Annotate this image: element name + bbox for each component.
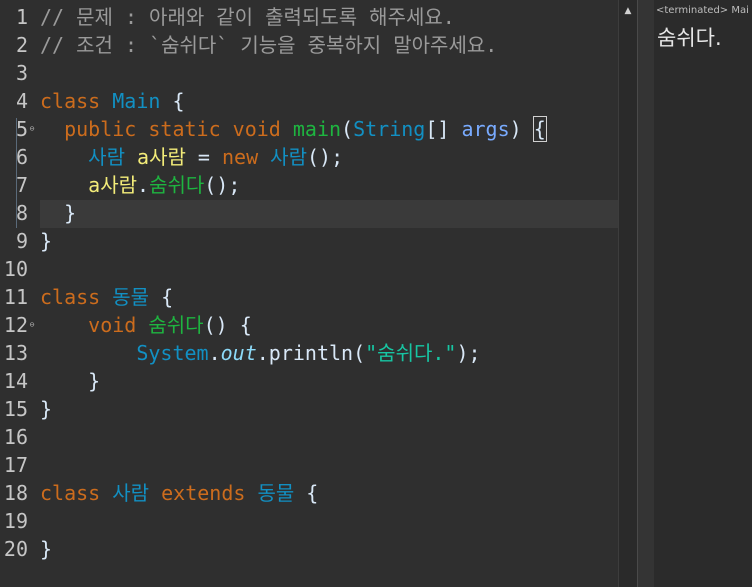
current-line-highlight: [40, 200, 618, 228]
code-token: out: [220, 341, 257, 365]
code-token: (: [341, 117, 354, 141]
code-line[interactable]: }: [40, 227, 52, 255]
code-token: 사람: [88, 145, 125, 169]
code-token: System: [136, 341, 209, 365]
code-line[interactable]: a사람.숨쉬다();: [40, 171, 240, 199]
code-token: // 문제 : 아래와 같이 출력되도록 해주세요.: [40, 5, 455, 29]
fold-toggle-icon[interactable]: ⊖: [28, 115, 36, 143]
line-number: 6: [15, 145, 28, 169]
code-token: // 조건 : `숨쉬다` 기능을 중복하지 말아주세요.: [40, 33, 498, 57]
code-token: ): [509, 117, 534, 141]
line-number: 1: [15, 5, 28, 29]
line-number: 3: [15, 61, 28, 85]
console-output: 숨쉬다.: [657, 26, 722, 50]
code-token: () {: [203, 313, 252, 337]
code-token: ();: [306, 145, 344, 169]
code-token: 동물: [257, 481, 295, 505]
code-token: {: [160, 89, 185, 113]
code-token: .: [208, 341, 221, 365]
change-ruler: [16, 118, 17, 228]
code-token: 동물: [112, 285, 150, 309]
code-token: =: [185, 145, 222, 169]
code-line[interactable]: System.out.println("숨쉬다.");: [40, 339, 481, 367]
line-number: 17: [3, 453, 28, 477]
code-line[interactable]: // 조건 : `숨쉬다` 기능을 중복하지 말아주세요.: [40, 31, 497, 59]
code-token: args: [461, 117, 510, 141]
code-token: }: [40, 537, 53, 561]
chevron-up-icon[interactable]: ▲: [619, 6, 637, 16]
code-line[interactable]: void 숨쉬다() {: [40, 311, 252, 339]
code-token: String: [353, 117, 426, 141]
code-token: class: [40, 285, 113, 309]
line-number: 18: [3, 481, 28, 505]
code-token: .: [137, 173, 150, 197]
pane-divider[interactable]: [637, 0, 655, 587]
code-line[interactable]: 사람 a사람 = new 사람();: [40, 143, 343, 171]
editor-scrollbar[interactable]: ▲: [618, 0, 637, 587]
line-number: 4: [15, 89, 28, 113]
line-number: 14: [3, 369, 28, 393]
code-token: Main: [112, 89, 161, 113]
code-line[interactable]: class 동물 {: [40, 283, 173, 311]
line-number-gutter: 1 2 3 4 5 ⊖ 6 7 8 9 10 11 12 ⊖ 13 14 15 16 17 18 19 20: [0, 0, 36, 587]
code-editor[interactable]: 1 2 3 4 5 ⊖ 6 7 8 9 10 11 12 ⊖ 13 14 15 16 17 18 19 20 // 문제 …: [0, 0, 618, 587]
line-number: 11: [3, 285, 28, 309]
code-token: extends: [161, 481, 258, 505]
code-token: void: [40, 313, 149, 337]
line-number: 20: [3, 537, 28, 561]
code-token: "숨쉬다.": [365, 341, 457, 365]
code-line[interactable]: class Main {: [40, 87, 185, 115]
line-number: 15: [3, 397, 28, 421]
code-token: }: [40, 201, 77, 225]
code-token: a사람: [88, 173, 138, 197]
code-line[interactable]: public static void main(String[] args) {: [40, 115, 547, 143]
code-token: new: [222, 145, 271, 169]
line-number: 9: [15, 229, 28, 253]
line-number: 2: [15, 33, 28, 57]
fold-toggle-icon[interactable]: ⊖: [28, 311, 36, 339]
code-token: 사람: [112, 481, 150, 505]
line-number: 12: [3, 313, 28, 337]
code-line[interactable]: }: [40, 535, 52, 563]
code-token: ();: [204, 173, 241, 197]
line-number: 13: [3, 341, 28, 365]
line-number: 16: [3, 425, 28, 449]
code-token: 숨쉬다: [149, 173, 205, 197]
code-token: {: [532, 116, 547, 142]
code-token: 사람: [270, 145, 307, 169]
code-line[interactable]: }: [40, 395, 52, 423]
code-line[interactable]: // 문제 : 아래와 같이 출력되도록 해주세요.: [40, 3, 455, 31]
line-number: 5: [15, 117, 28, 141]
line-number: 7: [15, 173, 28, 197]
code-line[interactable]: }: [40, 367, 100, 395]
code-token: class: [40, 481, 113, 505]
code-token: );: [456, 341, 481, 365]
code-token: }: [40, 397, 53, 421]
code-token: }: [40, 229, 53, 253]
code-token: .: [256, 341, 269, 365]
code-token: class: [40, 89, 113, 113]
console-header: <terminated> Mai: [656, 5, 749, 16]
code-token: 숨쉬다: [148, 313, 204, 337]
line-number: 19: [3, 509, 28, 533]
line-number: 8: [15, 201, 28, 225]
code-token: println(: [268, 341, 366, 365]
code-token: public static void: [40, 117, 293, 141]
console-panel: <terminated> Mai 숨쉬다.: [654, 0, 752, 587]
code-token: a사람: [137, 145, 186, 169]
code-token: }: [40, 369, 101, 393]
code-line[interactable]: class 사람 extends 동물 {: [40, 479, 318, 507]
code-token: {: [294, 481, 319, 505]
code-token: {: [149, 285, 174, 309]
line-number: 10: [3, 257, 28, 281]
code-line[interactable]: }: [40, 199, 76, 227]
code-token: []: [425, 117, 462, 141]
code-token: main: [292, 117, 342, 141]
